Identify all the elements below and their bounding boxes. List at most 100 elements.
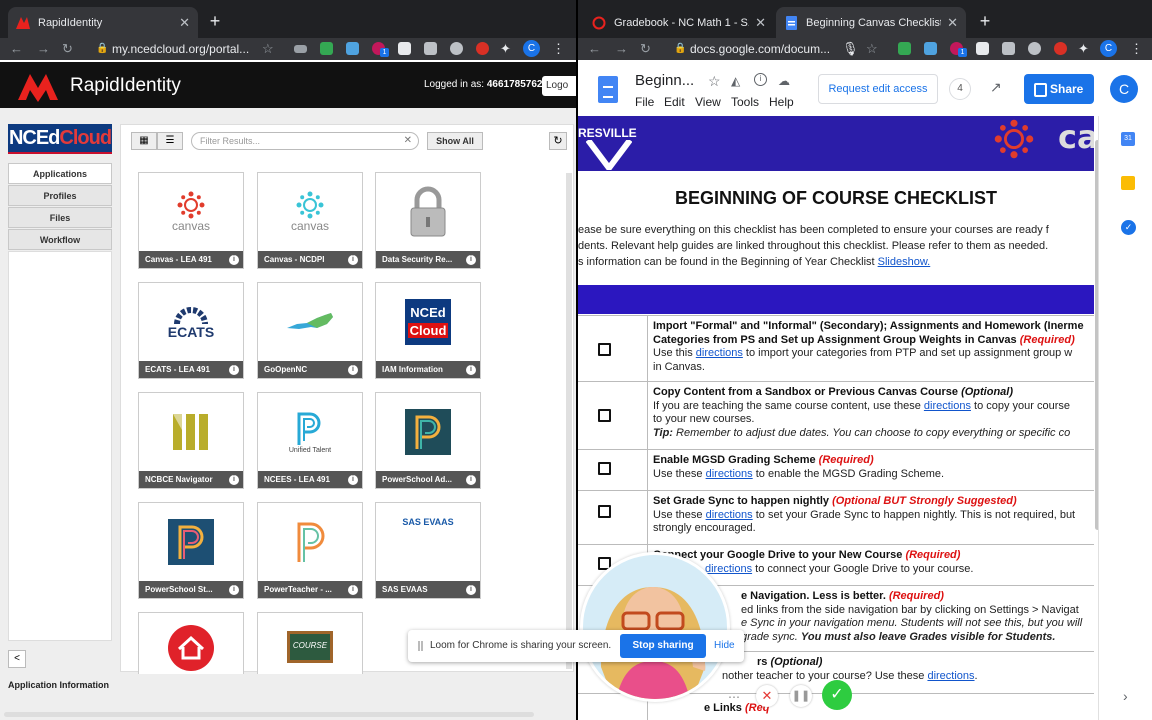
puzzle-icon[interactable]: ✦ [1078, 38, 1089, 60]
menu-kebab-icon[interactable]: ⋮ [1130, 38, 1143, 60]
more-options-icon[interactable]: ⋯ [728, 690, 740, 704]
tasks-icon[interactable]: ✓ [1121, 220, 1136, 235]
info-icon[interactable]: i [466, 585, 476, 595]
info-icon[interactable]: i [229, 255, 239, 265]
slideshow-link[interactable]: Slideshow. [878, 256, 931, 268]
bookmark-star-icon[interactable]: ☆ [262, 38, 274, 60]
extension-icon[interactable] [424, 42, 437, 55]
info-icon[interactable]: i [466, 475, 476, 485]
directions-link[interactable]: directions [706, 468, 753, 480]
app-tile[interactable]: canvas Canvas - LEA 491 i [138, 172, 244, 269]
info-icon[interactable]: i [229, 475, 239, 485]
app-tile[interactable]: NCBCE Navigator i [138, 392, 244, 489]
drive-move-icon[interactable]: ◭ [731, 74, 740, 88]
checkbox[interactable] [598, 505, 611, 518]
extension-icon[interactable] [294, 45, 307, 53]
application-information-label[interactable]: Application Information [8, 680, 109, 690]
tab-rapididentity[interactable]: RapidIdentity ✕ [8, 7, 198, 38]
checkbox[interactable] [598, 343, 611, 356]
stop-sharing-button[interactable]: Stop sharing [620, 634, 706, 658]
directions-link[interactable]: directions [706, 509, 753, 521]
menu-kebab-icon[interactable]: ⋮ [552, 38, 565, 60]
activity-trend-icon[interactable]: ↗ [990, 79, 1002, 96]
directions-link[interactable]: directions [927, 670, 974, 682]
profile-avatar[interactable]: C [523, 40, 540, 57]
menu-help[interactable]: Help [769, 95, 794, 109]
microphone-icon[interactable]: 🎙 [842, 38, 859, 60]
grid-view-icon[interactable]: ▦ [131, 132, 157, 150]
info-icon[interactable]: i [348, 585, 358, 595]
app-tile[interactable]: canvas Canvas - NCDPI i [257, 172, 363, 269]
puzzle-icon[interactable]: ✦ [500, 38, 511, 60]
calendar-icon[interactable]: 31 [1121, 132, 1135, 146]
checkbox[interactable] [598, 409, 611, 422]
close-tab-icon[interactable]: ✕ [179, 15, 190, 31]
expand-side-panel-icon[interactable]: › [1123, 688, 1128, 704]
app-tile[interactable]: PowerTeacher - ... i [257, 502, 363, 599]
drag-handle-icon[interactable] [418, 641, 423, 651]
info-icon[interactable]: i [229, 585, 239, 595]
new-tab-button[interactable]: + [204, 11, 226, 33]
extension-icon[interactable] [1002, 42, 1015, 55]
reload-icon[interactable]: ↻ [62, 38, 73, 60]
info-icon[interactable]: i [754, 73, 767, 86]
info-icon[interactable]: i [466, 365, 476, 375]
address-bar[interactable]: my.ncedcloud.org/portal... [112, 38, 254, 60]
nav-profiles[interactable]: Profiles [8, 185, 112, 206]
app-tile[interactable]: COURSE [257, 612, 363, 674]
keep-icon[interactable] [1121, 176, 1135, 190]
extension-icon[interactable] [924, 42, 937, 55]
address-bar[interactable]: docs.google.com/docum... [690, 38, 840, 60]
app-tile[interactable]: Unified Talent NCEES - LEA 491 i [257, 392, 363, 489]
loom-extension-icon[interactable] [476, 42, 489, 55]
finish-recording-icon[interactable]: ✓ [822, 680, 852, 710]
app-tile[interactable]: PowerSchool Ad... i [375, 392, 481, 489]
tab-beginning-canvas-checklist[interactable]: Beginning Canvas Checklist - G ✕ [776, 7, 966, 38]
collapse-sidebar-button[interactable]: < [8, 650, 26, 668]
extension-icon[interactable] [1028, 42, 1041, 55]
tab-gradebook[interactable]: Gradebook - NC Math 1 - S1 - ✕ [584, 7, 774, 38]
app-tile[interactable]: NCEd Cloud IAM Information i [375, 282, 481, 379]
show-all-button[interactable]: Show All [427, 132, 483, 150]
back-icon[interactable]: ← [588, 38, 601, 60]
app-tile[interactable] [138, 612, 244, 674]
app-tile[interactable]: ECATS ECATS - LEA 491 i [138, 282, 244, 379]
hide-button[interactable]: Hide [714, 640, 735, 651]
menu-view[interactable]: View [695, 95, 721, 109]
directions-link[interactable]: directions [705, 563, 752, 575]
close-tab-icon[interactable]: ✕ [755, 15, 766, 31]
pause-recording-icon[interactable]: ❚❚ [790, 685, 812, 707]
nav-files[interactable]: Files [8, 207, 112, 228]
horizontal-scrollbar[interactable] [4, 712, 534, 717]
menu-tools[interactable]: Tools [731, 95, 759, 109]
document-title[interactable]: Beginn... [635, 72, 694, 89]
reload-icon[interactable]: ↻ [640, 38, 651, 60]
loom-extension-icon[interactable] [1054, 42, 1067, 55]
app-tile[interactable]: PowerSchool St... i [138, 502, 244, 599]
extension-icon[interactable] [450, 42, 463, 55]
extension-icon[interactable] [320, 42, 333, 55]
directions-link[interactable]: directions [696, 347, 743, 359]
viewers-count-badge[interactable]: 4 [949, 78, 971, 100]
forward-icon[interactable]: → [615, 38, 628, 60]
info-icon[interactable]: i [229, 365, 239, 375]
share-button[interactable]: Share [1024, 74, 1094, 104]
directions-link[interactable]: directions [924, 400, 971, 412]
nav-applications[interactable]: Applications [8, 163, 112, 184]
logout-button[interactable]: Logo [542, 76, 576, 96]
forward-icon[interactable]: → [37, 38, 50, 60]
extension-icon[interactable] [898, 42, 911, 55]
info-icon[interactable]: i [466, 255, 476, 265]
extension-icon[interactable] [398, 42, 411, 55]
extension-icon[interactable] [976, 42, 989, 55]
info-icon[interactable]: i [348, 255, 358, 265]
bookmark-star-icon[interactable]: ☆ [866, 38, 878, 60]
app-tile[interactable]: SAS EVAAS SAS EVAAS i [375, 502, 481, 599]
checkbox[interactable] [598, 462, 611, 475]
refresh-icon[interactable]: ↻ [549, 132, 567, 150]
clear-filter-icon[interactable]: ✕ [404, 133, 412, 149]
star-icon[interactable]: ☆ [708, 73, 721, 90]
new-tab-button[interactable]: + [974, 11, 996, 33]
info-icon[interactable]: i [348, 365, 358, 375]
info-icon[interactable]: i [348, 475, 358, 485]
